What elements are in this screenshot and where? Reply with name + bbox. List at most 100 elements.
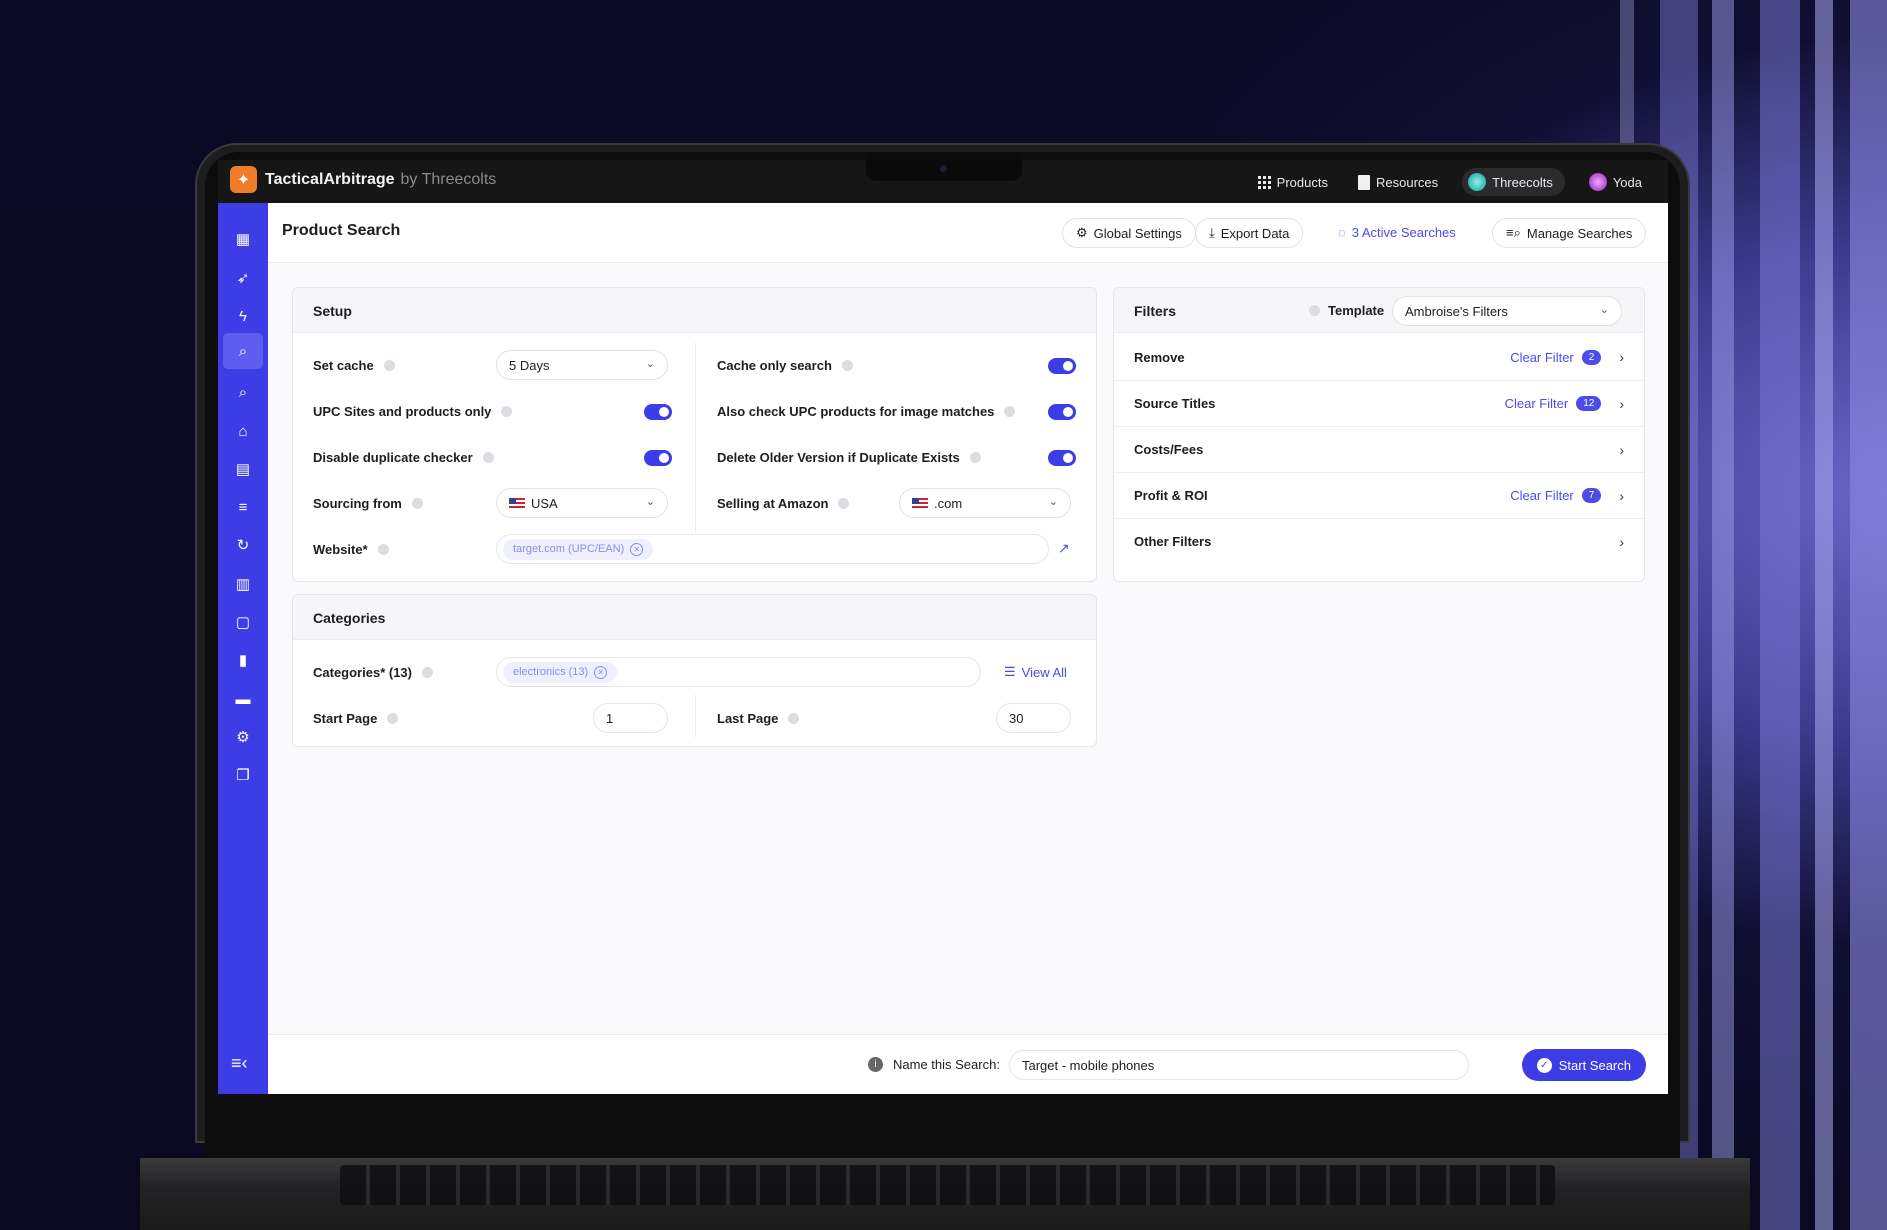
filter-row-remove[interactable]: Remove Clear Filter 2 ›	[1114, 334, 1644, 380]
website-row: Website*	[313, 526, 389, 572]
filter-row-profit-roi[interactable]: Profit & ROI Clear Filter 7 ›	[1114, 472, 1644, 518]
laptop-keyboard	[340, 1165, 1555, 1205]
gear-icon[interactable]: ⚙	[231, 725, 255, 749]
delete-older-toggle[interactable]	[1048, 450, 1076, 466]
name-search-label: Name this Search:	[893, 1057, 1000, 1072]
info-icon[interactable]	[377, 543, 389, 555]
selling-row: Selling at Amazon	[717, 480, 850, 526]
selling-select[interactable]: .com ⌄	[899, 488, 1071, 518]
clear-filter-link[interactable]: Clear Filter	[1505, 396, 1569, 411]
disable-dup-toggle[interactable]	[644, 450, 672, 466]
last-page-input[interactable]: 30	[996, 703, 1071, 733]
remove-chip-icon[interactable]: ✕	[630, 542, 644, 556]
app-screen: ▦ ➶ ϟ ⌕ ⌕ ⌂ ▤ ≡ ↻ ▥ ▢ ▮ ▬ ⚙ ❐ ≡‹ Product…	[218, 203, 1668, 1094]
info-icon[interactable]	[501, 405, 513, 417]
background-stripe	[1712, 0, 1734, 1230]
info-icon[interactable]	[1004, 405, 1016, 417]
chart-icon[interactable]: ▥	[231, 572, 255, 596]
name-search-group: i Name this Search:	[868, 1057, 1000, 1072]
chevron-down-icon: ⌄	[645, 358, 655, 370]
info-icon[interactable]	[387, 712, 399, 724]
selling-label: Selling at Amazon	[717, 495, 829, 511]
delete-older-row: Delete Older Version if Duplicate Exists	[717, 434, 981, 480]
nav-user[interactable]: Yoda	[1583, 169, 1648, 195]
categories-title: Categories	[293, 595, 1096, 640]
rocket-icon[interactable]: ➶	[231, 266, 255, 290]
clipboard-icon[interactable]: ▮	[231, 648, 255, 672]
nav-products[interactable]: Products	[1252, 171, 1334, 194]
download-icon: ⤓	[1209, 225, 1215, 240]
info-icon[interactable]	[411, 497, 423, 509]
cache-only-toggle[interactable]	[1048, 358, 1076, 374]
chevron-right-icon: ›	[1619, 487, 1624, 504]
filter-row-other[interactable]: Other Filters ›	[1114, 518, 1644, 564]
also-check-toggle[interactable]	[1048, 404, 1076, 420]
filter-row-source-titles[interactable]: Source Titles Clear Filter 12 ›	[1114, 380, 1644, 426]
template-label: Template	[1328, 303, 1385, 318]
set-cache-label: Set cache	[313, 357, 374, 373]
remove-chip-icon[interactable]: ✕	[594, 665, 608, 679]
clear-filter-link[interactable]: Clear Filter	[1510, 350, 1574, 365]
open-external-icon[interactable]: ↗	[1058, 540, 1070, 557]
filters-card: Filters Template Ambroise's Filters ⌄ Re…	[1113, 287, 1645, 582]
set-cache-row: Set cache	[313, 342, 395, 388]
set-cache-select[interactable]: 5 Days ⌄	[496, 350, 668, 380]
name-search-input[interactable]: Target - mobile phones	[1009, 1050, 1469, 1080]
info-icon[interactable]	[788, 712, 800, 724]
template-group: Template	[1309, 303, 1384, 318]
collapse-sidebar-icon[interactable]: ≡‹	[231, 1053, 248, 1074]
website-chip[interactable]: target.com (UPC/EAN) ✕	[503, 538, 654, 560]
website-input[interactable]: target.com (UPC/EAN) ✕	[496, 534, 1049, 564]
global-settings-button[interactable]: ⚙ Global Settings	[1062, 218, 1196, 248]
chevron-right-icon: ›	[1619, 349, 1624, 365]
background-stripe	[1760, 0, 1800, 1230]
filter-row-label: Source Titles	[1134, 396, 1216, 411]
refresh-icon[interactable]: ↻	[231, 533, 255, 557]
categories-divider	[695, 695, 696, 737]
info-icon[interactable]	[421, 666, 433, 678]
setup-card: Setup Set cache 5 Days ⌄ Cache only sear…	[292, 287, 1097, 582]
info-icon[interactable]	[841, 359, 853, 371]
dashboard-icon[interactable]: ▦	[231, 227, 255, 251]
info-icon[interactable]	[969, 451, 981, 463]
filter-row-costs-fees[interactable]: Costs/Fees ›	[1114, 426, 1644, 472]
threecolts-logo-icon	[1468, 173, 1487, 191]
template-select[interactable]: Ambroise's Filters ⌄	[1392, 296, 1622, 326]
copy-icon[interactable]: ❐	[231, 763, 255, 787]
start-page-input[interactable]: 1	[593, 703, 668, 733]
brand[interactable]: ✦ TacticalArbitrage by Threecolts	[230, 166, 496, 193]
view-all-link[interactable]: ☰ View All	[1004, 664, 1067, 680]
search-icon[interactable]: ⌕	[231, 380, 255, 404]
calendar-icon[interactable]: ▢	[231, 610, 255, 634]
clear-filter-link[interactable]: Clear Filter	[1510, 488, 1574, 503]
info-icon[interactable]: i	[868, 1057, 883, 1072]
user-search-icon[interactable]: ≡	[231, 495, 255, 519]
sourcing-select[interactable]: USA ⌄	[496, 488, 668, 518]
manage-searches-button[interactable]: ≡⌕ Manage Searches	[1492, 218, 1647, 248]
nav-threecolts-label: Threecolts	[1492, 174, 1553, 190]
category-chip[interactable]: electronics (13) ✕	[503, 661, 618, 683]
filter-count-badge: 12	[1576, 396, 1602, 411]
export-data-button[interactable]: ⤓ Export Data	[1195, 218, 1304, 248]
laptop-bezel-bottom	[205, 1093, 1680, 1158]
list-icon: ☰	[1004, 664, 1016, 679]
info-icon[interactable]	[383, 359, 395, 371]
nav-resources[interactable]: Resources	[1352, 171, 1444, 194]
filter-count-badge: 2	[1581, 349, 1602, 365]
info-icon[interactable]	[1309, 305, 1320, 316]
book-open-icon[interactable]: ▤	[231, 457, 255, 481]
start-search-button[interactable]: ✓ Start Search	[1521, 1049, 1646, 1081]
info-icon[interactable]	[838, 497, 850, 509]
start-page-value: 1	[606, 710, 614, 726]
set-cache-value: 5 Days	[509, 357, 550, 373]
categories-input[interactable]: electronics (13) ✕	[496, 657, 981, 687]
product-search-icon[interactable]: ⌕	[223, 333, 263, 369]
website-chip-label: target.com (UPC/EAN)	[513, 543, 625, 555]
lightning-icon[interactable]: ϟ	[231, 304, 255, 328]
active-searches-link[interactable]: ◌ 3 Active Searches	[1338, 225, 1456, 240]
store-icon[interactable]: ⌂	[231, 419, 255, 443]
shop-icon[interactable]: ▬	[231, 687, 255, 711]
info-icon[interactable]	[482, 451, 494, 463]
nav-threecolts[interactable]: Threecolts	[1462, 168, 1565, 196]
upc-only-toggle[interactable]	[644, 404, 672, 420]
